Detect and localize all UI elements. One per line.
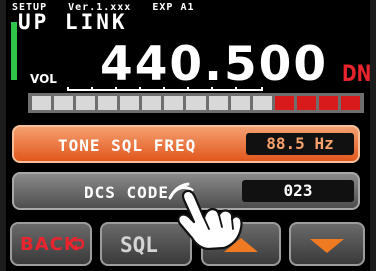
volume-tick [211, 87, 213, 91]
meter-segment [142, 96, 162, 110]
volume-tick [91, 87, 93, 91]
volume-tick [163, 87, 165, 91]
tapping-hand-icon [168, 182, 243, 250]
meter-segment-red [340, 96, 360, 110]
volume-tick [235, 87, 237, 91]
meter-segment [98, 96, 118, 110]
vfo-indicator [11, 22, 17, 80]
radio-display: SETUP Ver.1.xxx EXP A1 UP LINK VOL 440.5… [6, 0, 370, 271]
back-label: BACK [20, 234, 79, 255]
frequency-display: 440.500 [100, 37, 329, 92]
tone-sql-freq-label: TONE SQL FREQ [58, 136, 197, 155]
meter-segment-red [296, 96, 316, 110]
tone-sql-freq-button[interactable]: TONE SQL FREQ 88.5 Hz [12, 125, 360, 163]
signal-meter [28, 93, 364, 113]
volume-scale [67, 89, 263, 91]
meter-segment [208, 96, 228, 110]
ext-label: EXP A1 [152, 2, 195, 13]
meter-segment [54, 96, 74, 110]
meter-segment [186, 96, 206, 110]
volume-tick [261, 87, 263, 91]
dcs-code-label: DCS CODE [84, 183, 170, 202]
meter-segment-red [318, 96, 338, 110]
meter-segment [32, 96, 52, 110]
vol-label: VOL [30, 72, 57, 86]
meter-segment [164, 96, 184, 110]
meter-segment [76, 96, 96, 110]
sql-label: SQL [120, 233, 158, 257]
volume-tick [67, 87, 69, 91]
meter-segment [230, 96, 250, 110]
down-arrow-icon [310, 239, 344, 253]
meter-segment [252, 96, 272, 110]
shift-indicator: DN [342, 62, 370, 87]
down-button[interactable] [289, 222, 365, 266]
return-arrow-icon [72, 238, 84, 251]
band-label: UP LINK [18, 10, 128, 34]
meter-segment-red [274, 96, 294, 110]
volume-tick [139, 87, 141, 91]
back-button[interactable]: BACK [10, 222, 92, 266]
tone-sql-freq-value: 88.5 Hz [246, 133, 354, 155]
meter-segment [120, 96, 140, 110]
volume-tick [187, 87, 189, 91]
dcs-code-value: 023 [242, 180, 354, 202]
volume-tick [115, 87, 117, 91]
